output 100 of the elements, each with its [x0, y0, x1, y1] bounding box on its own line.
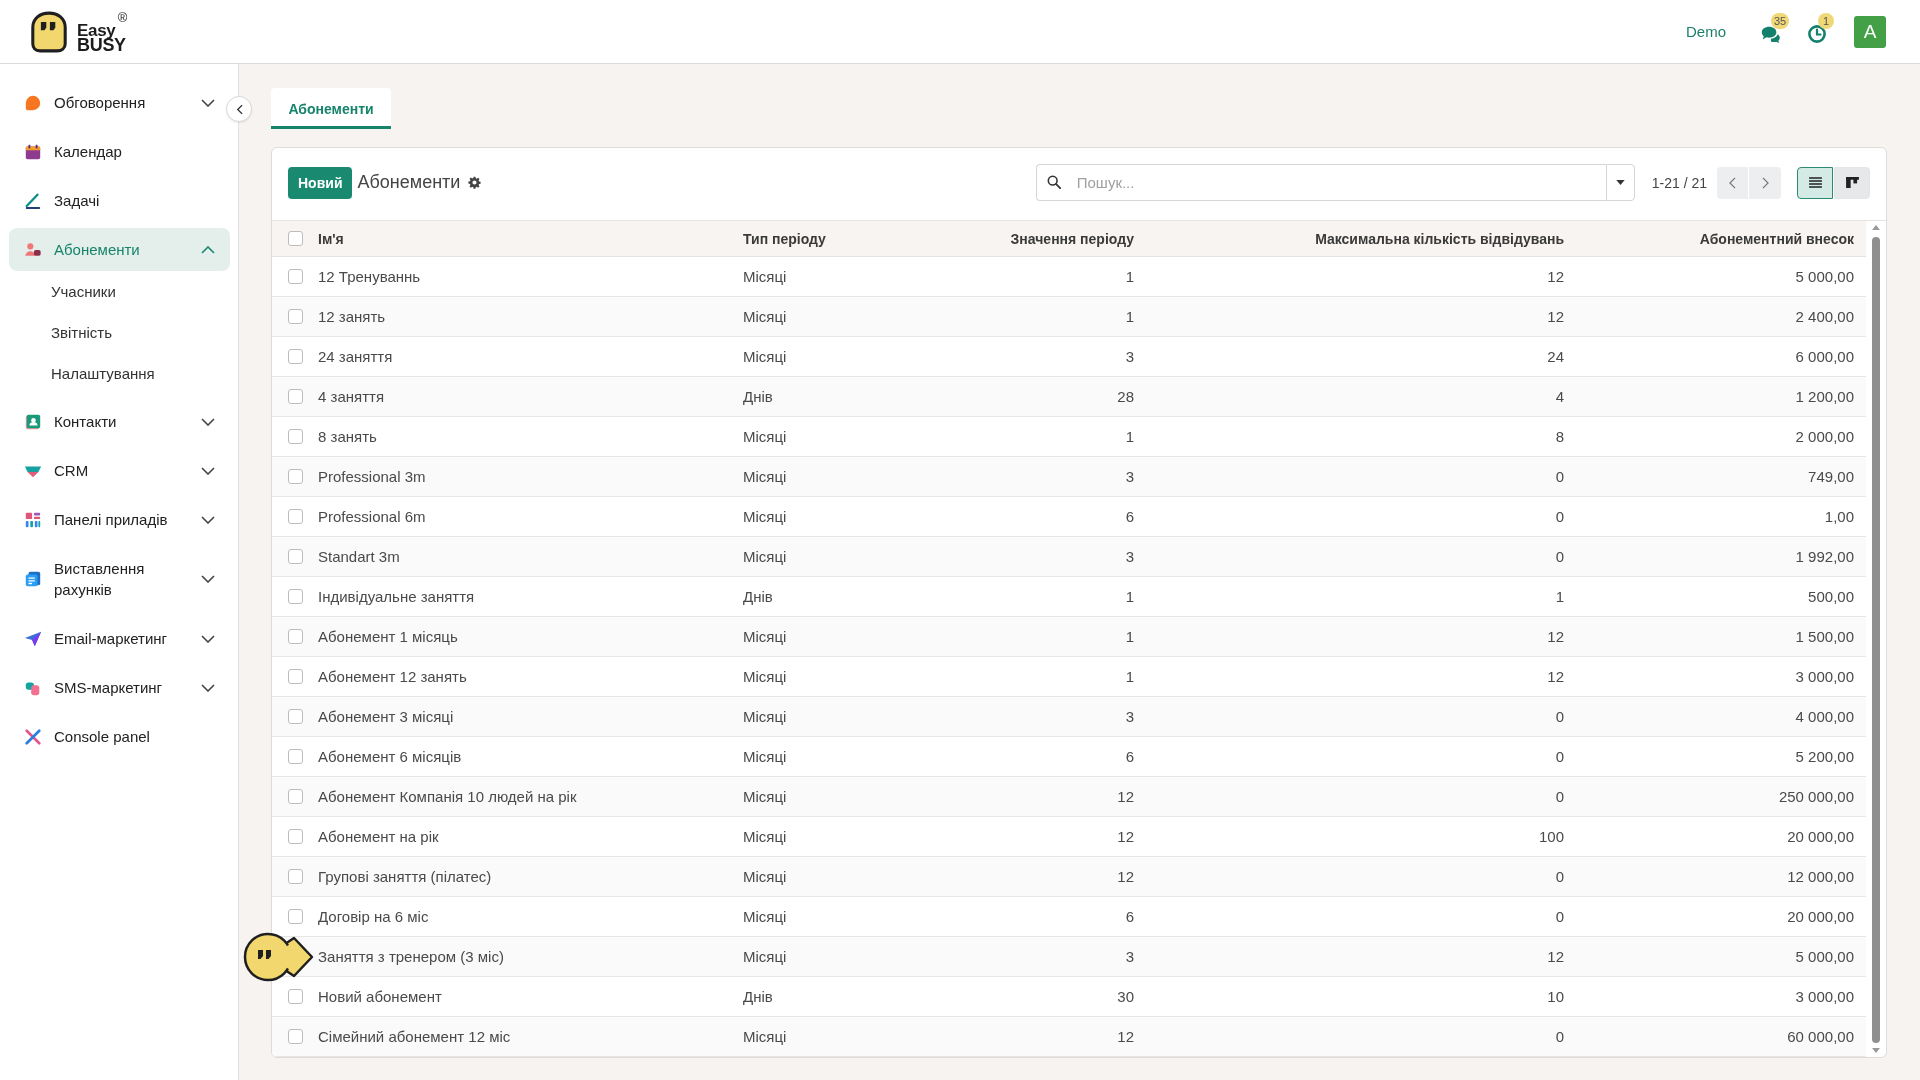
table-cell: 28	[1117, 388, 1134, 405]
paper-plane-icon	[24, 629, 42, 648]
chevron-up-icon[interactable]	[201, 245, 215, 254]
logo-icon[interactable]	[31, 10, 67, 53]
table-cell: Новий абонемент	[318, 988, 442, 1005]
search-field[interactable]: Пошук...	[1035, 164, 1606, 201]
sidebar-item[interactable]: Console panel	[9, 715, 230, 758]
kanban-view-button[interactable]	[1834, 166, 1870, 199]
clock-icon[interactable]	[1807, 23, 1827, 44]
chevron-down-icon[interactable]	[201, 575, 215, 583]
table-cell: Місяці	[743, 468, 787, 485]
sidebar-item[interactable]: Задачі	[9, 179, 230, 222]
gear-icon[interactable]	[468, 176, 482, 189]
table-cell: Professional 6m	[318, 508, 426, 525]
checkbox[interactable]	[287, 349, 303, 364]
table-cell: 0	[1555, 548, 1564, 565]
table-cell: 0	[1555, 508, 1564, 525]
checkbox[interactable]	[287, 869, 303, 884]
chevron-down-icon[interactable]	[201, 466, 215, 475]
sidebar-subitem[interactable]: Учасники	[9, 271, 229, 312]
tab[interactable]: Абонементи	[271, 88, 391, 129]
checkbox[interactable]	[287, 269, 303, 284]
sidebar-subitem[interactable]: Звітність	[9, 312, 229, 353]
company-link[interactable]: Demo	[1686, 23, 1726, 40]
table-cell: 5 000,00	[1795, 268, 1854, 285]
checkbox[interactable]	[287, 309, 303, 324]
table-cell: Абонемент 1 місяць	[318, 628, 458, 645]
table-cell: 1	[1125, 588, 1134, 605]
list-view-button[interactable]	[1797, 166, 1833, 199]
checkbox[interactable]	[287, 629, 303, 644]
table-cell: 4 000,00	[1795, 708, 1854, 725]
checkbox[interactable]	[287, 509, 303, 524]
table-cell: 500,00	[1808, 588, 1854, 605]
checkbox[interactable]	[287, 429, 303, 444]
checkbox[interactable]	[287, 709, 303, 724]
chevron-down-icon[interactable]	[201, 634, 215, 643]
table-cell: 20 000,00	[1787, 908, 1854, 925]
checkbox[interactable]	[287, 469, 303, 484]
next-page-button[interactable]	[1749, 166, 1781, 199]
table-cell: 12 Тренуваннь	[318, 268, 421, 285]
sidebar-item[interactable]: Календар	[9, 130, 230, 173]
document-icon	[24, 570, 42, 588]
table-cell: 250 000,00	[1778, 788, 1854, 805]
table-cell: Місяці	[743, 748, 787, 765]
sidebar-item[interactable]: Обговорення	[9, 81, 230, 124]
checkbox[interactable]	[287, 989, 303, 1004]
checkbox[interactable]	[287, 669, 303, 684]
count-badge: 35	[1771, 12, 1790, 29]
column-header[interactable]: Максимальна кількість відвідувань	[1315, 230, 1564, 247]
sidebar-subitem[interactable]: Налаштування	[9, 353, 229, 394]
pager-text: 1-21 / 21	[1651, 174, 1707, 191]
sidebar-item[interactable]: CRM	[9, 449, 230, 492]
quote-arrow-icon[interactable]	[242, 930, 316, 984]
checkbox[interactable]	[287, 829, 303, 844]
table-cell: Місяці	[743, 908, 787, 925]
checkbox[interactable]	[287, 549, 303, 564]
chevron-down-icon[interactable]	[201, 683, 215, 692]
table-cell: 3	[1125, 948, 1134, 965]
column-header[interactable]: Значення періоду	[1010, 230, 1134, 247]
table-cell: 8 занять	[318, 428, 377, 445]
sidebar-item[interactable]: Виставлення рахунків	[9, 547, 230, 611]
table-cell: 12	[1117, 788, 1134, 805]
chevron-down-icon[interactable]	[201, 515, 215, 524]
table-cell: Індивідуальне заняття	[318, 588, 475, 605]
sidebar-item[interactable]: Контакти	[9, 400, 230, 443]
sidebar-item[interactable]: Абонементи	[9, 228, 230, 271]
table-cell: Місяці	[743, 508, 787, 525]
table-cell: 2 400,00	[1795, 308, 1854, 325]
table-cell: 12 000,00	[1787, 868, 1854, 885]
contact-card-icon	[24, 412, 42, 431]
checkbox[interactable]	[287, 789, 303, 804]
column-header[interactable]: Ім'я	[318, 230, 344, 247]
table-cell: 60 000,00	[1787, 1028, 1854, 1045]
column-header[interactable]: Тип періоду	[743, 230, 826, 247]
search-icon	[1046, 175, 1061, 189]
table-cell: Сімейний абонемент 12 міс	[318, 1028, 511, 1045]
checkbox[interactable]	[287, 231, 303, 246]
sidebar-item[interactable]: Email-маркетинг	[9, 617, 230, 660]
checkbox[interactable]	[287, 589, 303, 604]
table-cell: 3	[1125, 348, 1134, 365]
sidebar-item[interactable]: Панелі приладів	[9, 498, 230, 541]
table-cell: 5 000,00	[1795, 948, 1854, 965]
checkbox[interactable]	[287, 389, 303, 404]
checkbox[interactable]	[287, 909, 303, 924]
new-button[interactable]: Новий	[288, 166, 353, 199]
table-cell: Місяці	[743, 788, 787, 805]
search-options-button[interactable]	[1605, 164, 1635, 201]
kanban-icon	[1845, 177, 1859, 188]
previous-page-button[interactable]	[1717, 166, 1749, 199]
chevron-down-icon[interactable]	[201, 417, 215, 426]
table-cell: 0	[1555, 868, 1564, 885]
table-cell: 30	[1117, 988, 1134, 1005]
table-cell: 100	[1538, 828, 1564, 845]
page-title: Абонементи	[357, 172, 461, 193]
checkbox[interactable]	[287, 749, 303, 764]
chevron-down-icon[interactable]	[201, 98, 215, 107]
column-header[interactable]: Абонементний внесок	[1699, 230, 1854, 247]
sidebar-item[interactable]: SMS-маркетинг	[9, 666, 230, 709]
checkbox[interactable]	[287, 1029, 303, 1044]
table-cell: Professional 3m	[318, 468, 426, 485]
